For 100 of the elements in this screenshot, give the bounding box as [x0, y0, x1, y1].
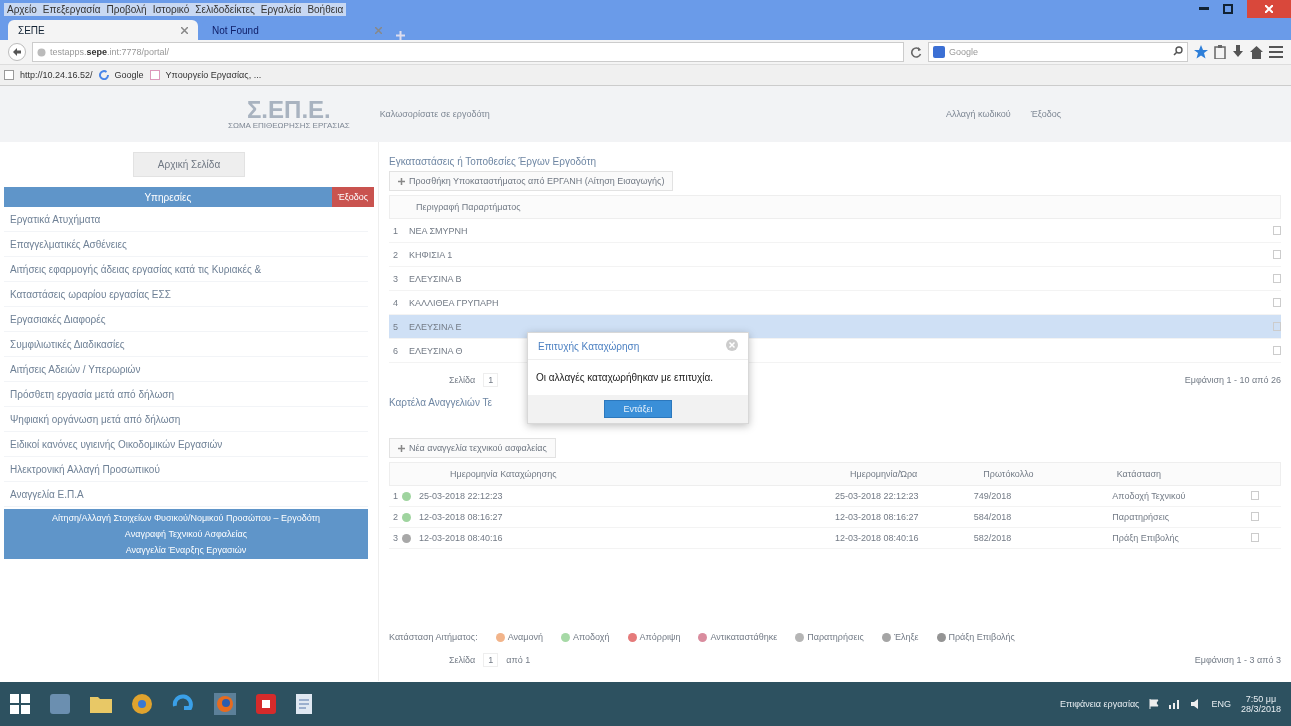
sidebar-item[interactable]: Εργασιακές Διαφορές [4, 307, 368, 332]
column-header: Ημερομηνία/Ώρα [850, 469, 919, 479]
legend-item: Αποδοχή [572, 632, 610, 642]
sidebar-item[interactable]: Καταστάσεις ωραρίου εργασίας ΕΣΣ [4, 282, 368, 307]
add-branch-button[interactable]: Προσθήκη Υποκαταστήματος από ΕΡΓΑΝΗ (Αίτηση Εισαγωγής) [389, 171, 674, 191]
minimize-icon[interactable] [1199, 7, 1209, 11]
home-button[interactable]: Αρχική Σελίδα [132, 152, 246, 177]
header-link[interactable]: Έξοδος [1030, 109, 1061, 119]
menu-item[interactable]: Βοήθεια [307, 3, 344, 15]
bookmark-link[interactable]: Google [114, 70, 144, 80]
new-tab-icon[interactable] [396, 31, 405, 40]
app-icon[interactable] [256, 694, 276, 714]
back-icon[interactable] [8, 43, 26, 61]
network-icon[interactable] [1169, 699, 1182, 709]
search-icon [1173, 46, 1183, 56]
folder-icon[interactable] [90, 695, 112, 713]
sidebar-item[interactable]: Αναγγελία Ε.Π.Α [4, 482, 368, 507]
table-cell-text: 749/2018 [973, 491, 1013, 501]
table-cell-text: 12-03-2018 08:40:16 [419, 533, 504, 543]
browser-icon[interactable] [214, 693, 236, 715]
table-cell-text: 584/2018 [973, 512, 1013, 522]
sidebar-item[interactable]: Συμφιλιωτικές Διαδικασίες [4, 332, 368, 357]
sidebar-item[interactable]: Αιτήσεις Αδειών / Υπερωριών [4, 357, 368, 382]
reload-icon[interactable] [910, 46, 922, 58]
close-icon[interactable] [181, 26, 188, 34]
table-cell-text: Πράξη Επιβολής [1112, 533, 1180, 543]
plus-icon [398, 177, 405, 185]
table-row[interactable]: 3 ΕΛΕΥΣΙΝΑ Β [389, 267, 1281, 291]
ok-button[interactable]: Εντάξει [604, 400, 672, 418]
add-announcement-button[interactable]: Νέα αναγγελία τεχνικού ασφαλείας [389, 438, 556, 458]
menu-icon[interactable] [1269, 46, 1283, 58]
row-number: 1 [393, 491, 398, 501]
panel-link[interactable]: Αίτηση/Αλλαγή Στοιχείων Φυσικού/Νομικού Προσώπου – Εργοδότη [51, 513, 321, 523]
star-icon[interactable] [1194, 45, 1208, 59]
legend-item: Πράξη Επιβολής [948, 632, 1015, 642]
home-icon[interactable] [1250, 45, 1263, 59]
menu-item[interactable]: Αρχείο [7, 3, 37, 15]
table-cell-text: Αποδοχή Τεχνικού [1112, 491, 1187, 501]
maximize-icon[interactable] [1223, 4, 1233, 14]
table-cell-text: 25-03-2018 22:12:23 [419, 491, 504, 501]
sidebar-item[interactable]: Αιτήσεις εφαρμογής άδειας εργασίας κατά τις Κυριακές & [4, 257, 368, 282]
address-field[interactable]: testapps.sepe.int:7778/portal/ [32, 42, 904, 62]
bookmark-link[interactable]: http://10.24.16.52/ [20, 70, 93, 80]
table-cell-text: 25-03-2018 22:12:23 [835, 491, 920, 501]
table-cell-text: 12-03-2018 08:40:16 [835, 533, 920, 543]
section-title: Εγκαταστάσεις ή Τοποθεσίες Έργων Εργοδότη [389, 156, 598, 167]
row-number: 3 [393, 533, 398, 543]
legend-item: Αντικαταστάθηκε [710, 632, 778, 642]
row-number: 2 [393, 512, 398, 522]
table-row[interactable]: 2 ΚΗΦΙΣΙΑ 1 [389, 243, 1281, 267]
page-label: Σελίδα [449, 655, 476, 665]
section-header: Υπηρεσίες [4, 187, 332, 207]
page-field[interactable]: 1 [483, 653, 499, 667]
sidebar-item[interactable]: Πρόσθετη εργασία μετά από δήλωση [4, 382, 368, 407]
legend-item: Απόρριψη [639, 632, 681, 642]
column-header: Περιγραφή Παραρτήματος [416, 202, 521, 212]
column-header: Ημερομηνία Καταχώρησης [450, 469, 558, 479]
plus-icon [398, 444, 405, 452]
panel-link[interactable]: Αναγραφή Τεχνικού Ασφαλείας [124, 529, 248, 539]
sidebar-item[interactable]: Ηλεκτρονική Αλλαγή Προσωπικού [4, 457, 368, 482]
page-label: Σελίδα [449, 375, 476, 385]
windows-icon[interactable] [10, 694, 30, 714]
sidebar-item[interactable]: Επαγγελματικές Ασθένειες [4, 232, 368, 257]
header-link[interactable]: Αλλαγή κωδικού [945, 109, 1011, 119]
browser-icon[interactable] [132, 694, 152, 714]
menu-item[interactable]: Ιστορικό [152, 3, 190, 15]
records-summary: Εμφάνιση 1 - 3 από 3 [1194, 655, 1281, 665]
language-indicator[interactable]: ENG [1211, 699, 1231, 709]
site-logo: Σ.ΕΠ.Ε. [246, 98, 331, 122]
google-icon [98, 70, 109, 80]
column-header: Κατάσταση [1116, 469, 1163, 479]
table-cell-text: 582/2018 [973, 533, 1013, 543]
menu-item[interactable]: Προβολή [106, 3, 147, 15]
sidebar-item[interactable]: Εργατικά Ατυχήματα [4, 207, 368, 232]
browser-tab[interactable]: ΣΕΠΕ [8, 20, 198, 40]
table-row[interactable]: 1 ΝΕΑ ΣΜΥΡΝΗ [389, 219, 1281, 243]
menu-item[interactable]: Επεξεργασία [42, 3, 101, 15]
section-title: Καρτέλα Αναγγελιών Τε [389, 397, 492, 408]
clock[interactable]: 7:50 μμ 28/3/2018 [1240, 694, 1281, 714]
menu-item[interactable]: Σελιδοδείκτες [195, 3, 255, 15]
page-icon [149, 70, 160, 80]
bookmark-link[interactable]: Υπουργείο Εργασίας, ... [165, 70, 262, 80]
column-header: Πρωτόκολλο [983, 469, 1035, 479]
records-summary: Εμφάνιση 1 - 10 από 26 [1184, 375, 1281, 385]
clipboard-icon[interactable] [1214, 45, 1226, 59]
panel-link[interactable]: Αναγγελία Έναρξης Εργασιών [125, 545, 247, 555]
logout-button[interactable]: Έξοδος [331, 187, 374, 207]
close-button[interactable] [1247, 0, 1291, 18]
table-row[interactable]: 5 ΕΛΕΥΣΙΝΑ Ε [389, 315, 1281, 339]
page-total: από 1 [506, 655, 531, 665]
menu-item[interactable]: Εργαλεία [260, 3, 302, 15]
search-field[interactable]: Google [928, 42, 1188, 62]
flag-icon[interactable] [1149, 699, 1160, 709]
legend-label: Κατάσταση Αιτήματος: [389, 632, 478, 642]
desktop-toolbar[interactable]: Επιφάνεια εργασίας [1060, 699, 1140, 709]
download-icon[interactable] [1232, 45, 1244, 59]
sidebar-item[interactable]: Ψηφιακή οργάνωση μετά από δήλωση [4, 407, 368, 432]
dialog-message: Οι αλλαγές καταχωρήθηκαν με επιτυχία. [535, 371, 715, 385]
page-field[interactable]: 1 [483, 373, 499, 387]
sidebar-item[interactable]: Ειδικοί κανόνες υγιεινής Οικοδομικών Εργασιών [4, 432, 368, 457]
